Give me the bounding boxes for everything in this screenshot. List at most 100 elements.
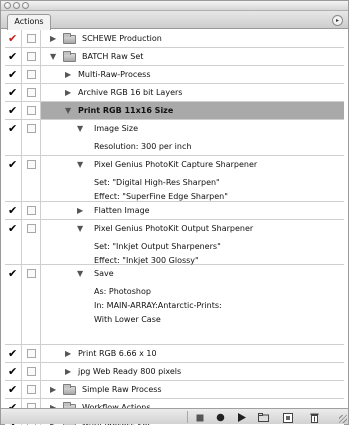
disclosure-open-icon[interactable]: ▼ xyxy=(77,224,83,234)
delete-button[interactable] xyxy=(308,412,320,423)
row-label: Multi-Raw-Process xyxy=(78,70,151,79)
tab-actions[interactable]: Actions xyxy=(7,14,51,30)
disclosure-open-icon[interactable]: ▼ xyxy=(50,52,56,62)
toggle-checkmark-icon[interactable]: ✔ xyxy=(8,348,19,359)
close-window-icon[interactable] xyxy=(4,2,11,9)
action-step-row[interactable]: ✔ ▼ Image Size Resolution: 300 per inch xyxy=(5,120,344,156)
step-detail: Set: "Inkjet Output Sharpeners" xyxy=(94,242,221,251)
toggle-checkmark-icon[interactable]: ✔ xyxy=(8,205,19,216)
step-detail: Effect: "SuperFine Edge Sharpen" xyxy=(94,192,228,201)
disclosure-closed-icon[interactable]: ▶ xyxy=(77,206,83,216)
step-detail: Resolution: 300 per inch xyxy=(94,142,192,151)
dialog-toggle-box[interactable] xyxy=(27,34,36,43)
new-action-button[interactable] xyxy=(282,412,294,423)
step-detail: As: Photoshop xyxy=(94,287,151,296)
zoom-window-icon[interactable] xyxy=(22,2,29,9)
dialog-toggle-box[interactable] xyxy=(27,385,36,394)
flyout-menu-icon[interactable]: ▸ xyxy=(332,15,343,26)
row-label: SCHEWE Production xyxy=(82,34,162,43)
action-step-row[interactable]: ✔ ▶ Flatten Image xyxy=(5,202,344,220)
disclosure-closed-icon[interactable]: ▶ xyxy=(65,88,71,98)
actions-panel-window: Actions ▸ ✔ ▶ SCHEWE Production ✔ ▼ BATCH Raw… xyxy=(0,0,349,425)
step-detail: Set: "Digital High-Res Sharpen" xyxy=(94,178,220,187)
action-set-row[interactable]: ✔ ▼ BATCH Raw Set xyxy=(5,48,344,66)
actions-toolbar xyxy=(1,408,348,424)
disclosure-open-icon[interactable]: ▼ xyxy=(77,124,83,134)
disclosure-closed-icon[interactable]: ▶ xyxy=(65,70,71,80)
dialog-toggle-box[interactable] xyxy=(27,70,36,79)
toolbar-divider xyxy=(187,411,188,423)
row-label: Image Size xyxy=(94,124,139,133)
toggle-checkmark-icon[interactable]: ✔ xyxy=(8,223,19,234)
action-step-row[interactable]: ✔ ▼ Pixel Genius PhotoKit Output Sharpener… xyxy=(5,220,344,265)
folder-icon xyxy=(63,384,76,395)
toggle-checkmark-icon[interactable]: ✔ xyxy=(8,69,19,80)
record-icon xyxy=(216,413,224,422)
action-step-row[interactable]: ✔ ▼ Pixel Genius PhotoKit Capture Sharpene… xyxy=(5,156,344,202)
toggle-item-column: ✔ xyxy=(5,265,22,344)
row-label: Simple Raw Process xyxy=(82,385,162,394)
dialog-toggle-box[interactable] xyxy=(27,160,36,169)
row-label: Print RGB 11x16 Size xyxy=(78,106,174,115)
resize-grip-icon[interactable] xyxy=(339,415,347,423)
folder-icon xyxy=(257,413,269,422)
action-row[interactable]: ✔ ▶ jpg Web Ready 800 pixels xyxy=(5,363,344,381)
new-set-button[interactable] xyxy=(257,412,269,423)
dialog-toggle-box[interactable] xyxy=(27,124,36,133)
dialog-toggle-box[interactable] xyxy=(27,367,36,376)
disclosure-open-icon[interactable]: ▼ xyxy=(77,160,83,170)
step-detail: With Lower Case xyxy=(94,315,161,324)
panel-tab-strip: Actions ▸ xyxy=(1,11,348,30)
disclosure-closed-icon[interactable]: ▶ xyxy=(50,385,56,395)
action-set-row[interactable]: ✔ ▶ SCHEWE Production xyxy=(5,30,344,48)
row-label: Archive RGB 16 bit Layers xyxy=(78,88,183,97)
disclosure-closed-icon[interactable]: ▶ xyxy=(65,367,71,377)
toggle-checkmark-icon[interactable]: ✔ xyxy=(8,123,19,134)
disclosure-open-icon[interactable]: ▼ xyxy=(77,269,83,279)
disclosure-closed-icon[interactable]: ▶ xyxy=(65,349,71,359)
dialog-toggle-box[interactable] xyxy=(27,106,36,115)
row-label: Print RGB 6.66 x 10 xyxy=(78,349,157,358)
row-label: Pixel Genius PhotoKit Capture Sharpener xyxy=(94,160,258,169)
toggle-item-column: ✔ xyxy=(5,66,22,83)
toggle-checkmark-icon[interactable]: ✔ xyxy=(8,51,19,62)
toggle-item-column: ✔ xyxy=(5,120,22,155)
toggle-item-column: ✔ xyxy=(5,48,22,65)
toggle-item-column: ✔ xyxy=(5,156,22,201)
play-button[interactable] xyxy=(235,412,247,423)
action-step-row[interactable]: ✔ ▼ Save As: Photoshop In: MAIN-ARRAY:Antarc… xyxy=(5,265,344,345)
dialog-toggle-box[interactable] xyxy=(27,206,36,215)
toggle-checkmark-icon[interactable]: ✔ xyxy=(8,87,19,98)
toggle-checkmark-icon[interactable]: ✔ xyxy=(8,384,19,395)
disclosure-open-icon[interactable]: ▼ xyxy=(65,106,71,116)
toggle-checkmark-icon[interactable]: ✔ xyxy=(8,33,19,44)
action-row[interactable]: ✔ ▶ Multi-Raw-Process xyxy=(5,66,344,84)
toggle-checkmark-icon[interactable]: ✔ xyxy=(8,159,19,170)
toggle-checkmark-icon[interactable]: ✔ xyxy=(8,268,19,279)
step-detail: In: MAIN-ARRAY:Antarctic-Prints: xyxy=(94,301,222,310)
row-label: BATCH Raw Set xyxy=(82,52,144,61)
minimize-window-icon[interactable] xyxy=(13,2,20,9)
action-row[interactable]: ✔ ▶ Print RGB 6.66 x 10 xyxy=(5,345,344,363)
dialog-toggle-box[interactable] xyxy=(27,349,36,358)
toggle-item-column: ✔ xyxy=(5,202,22,219)
toggle-checkmark-icon[interactable]: ✔ xyxy=(8,105,19,116)
action-row[interactable]: ✔ ▶ Archive RGB 16 bit Layers xyxy=(5,84,344,102)
action-set-row[interactable]: ✔ ▶ Simple Raw Process xyxy=(5,381,344,399)
toggle-item-column: ✔ xyxy=(5,30,22,47)
record-button[interactable] xyxy=(214,412,226,423)
toggle-item-column: ✔ xyxy=(5,220,22,264)
row-label: jpg Web Ready 800 pixels xyxy=(78,367,182,376)
action-row[interactable]: ✔ ▼ Print RGB 11x16 Size xyxy=(5,102,344,120)
dialog-toggle-box[interactable] xyxy=(27,224,36,233)
stop-button[interactable] xyxy=(194,412,206,423)
dialog-toggle-box[interactable] xyxy=(27,269,36,278)
dialog-toggle-box[interactable] xyxy=(27,52,36,61)
folder-icon xyxy=(63,33,76,44)
title-bar xyxy=(1,1,348,11)
stop-icon xyxy=(196,414,204,421)
dialog-toggle-box[interactable] xyxy=(27,88,36,97)
row-label: Save xyxy=(94,269,114,278)
disclosure-closed-icon[interactable]: ▶ xyxy=(50,34,56,44)
toggle-checkmark-icon[interactable]: ✔ xyxy=(8,366,19,377)
